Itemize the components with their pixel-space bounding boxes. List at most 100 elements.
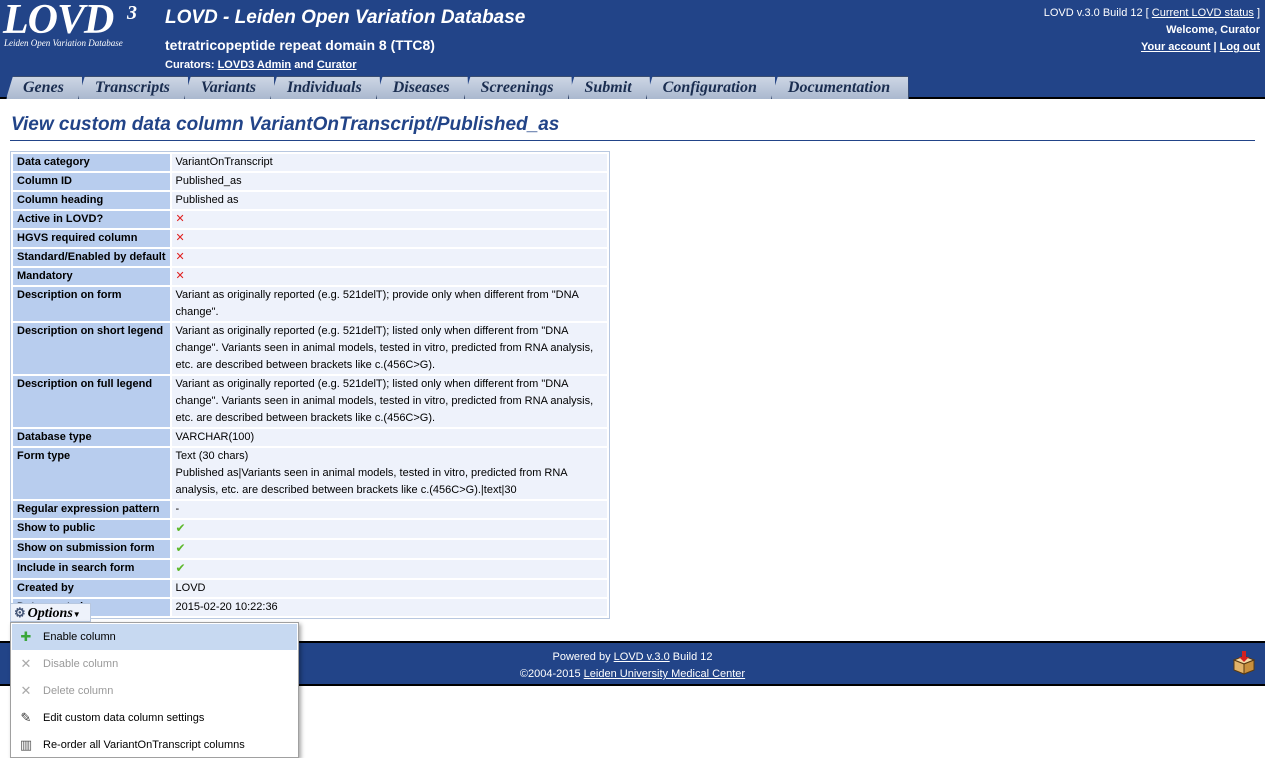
row-value: Variant as originally reported (e.g. 521… xyxy=(171,376,607,427)
table-row: Show to public ✔ xyxy=(13,520,607,538)
table-row: Include in search form ✔ xyxy=(13,560,607,578)
row-label: HGVS required column xyxy=(13,230,170,247)
tab-individuals[interactable]: Individuals xyxy=(270,76,381,99)
row-value: 2015-02-20 10:22:36 xyxy=(171,599,607,616)
chevron-down-icon: ▼ xyxy=(72,610,81,619)
row-label: Show on submission form xyxy=(13,540,170,558)
gene-title: tetratricopeptide repeat domain 8 (TTC8) xyxy=(165,37,435,53)
row-value: ✕ xyxy=(171,249,607,266)
row-value: Variant as originally reported (e.g. 521… xyxy=(171,287,607,321)
tab-screenings[interactable]: Screenings xyxy=(464,76,573,99)
title-divider xyxy=(10,140,1255,141)
app-title: LOVD - Leiden Open Variation Database xyxy=(165,7,526,28)
footer-lovd-link[interactable]: LOVD v.3.0 xyxy=(614,651,670,663)
curator-link-curator[interactable]: Curator xyxy=(317,59,357,71)
menu-item-disable-column[interactable]: ✕ Disable column xyxy=(12,651,297,677)
menu-item-label: Edit custom data column settings xyxy=(43,712,205,724)
package-icon[interactable] xyxy=(1231,651,1257,675)
gear-icon: ⚙ xyxy=(14,605,26,620)
row-label: Standard/Enabled by default xyxy=(13,249,170,266)
table-row: Date created 2015-02-20 10:22:36 xyxy=(13,599,607,616)
options-button[interactable]: ⚙ Options▼ xyxy=(10,603,91,622)
menu-item-label: Delete column xyxy=(43,685,114,697)
row-value: Published_as xyxy=(171,173,607,190)
account-line: Your account | Log out xyxy=(1044,39,1260,56)
table-row: Column ID Published_as xyxy=(13,173,607,190)
column-details-table: Data category VariantOnTranscript Column… xyxy=(10,151,610,619)
footer-lumc-link[interactable]: Leiden University Medical Center xyxy=(584,668,745,680)
table-row: Active in LOVD? ✕ xyxy=(13,211,607,228)
row-value: ✔ xyxy=(171,540,607,558)
page-title: View custom data column VariantOnTranscr… xyxy=(11,114,560,135)
row-value: Variant as originally reported (e.g. 521… xyxy=(171,323,607,374)
row-label: Description on form xyxy=(13,287,170,321)
row-value: Text (30 chars) Published as|Variants se… xyxy=(171,448,607,499)
tab-genes[interactable]: Genes xyxy=(6,76,83,99)
curators-line: Curators: LOVD3 Admin and Curator xyxy=(165,59,357,71)
table-row: Show on submission form ✔ xyxy=(13,540,607,558)
account-separator: | xyxy=(1213,41,1217,53)
tab-variants[interactable]: Variants xyxy=(184,76,275,99)
cross-icon: ✕ xyxy=(175,251,185,263)
lovd-logo[interactable]: LOVD 3 Leiden Open Variation Database xyxy=(3,0,153,50)
tab-documentation[interactable]: Documentation xyxy=(771,76,909,99)
curators-label: Curators: xyxy=(165,59,215,71)
curator-link-admin[interactable]: LOVD3 Admin xyxy=(218,59,292,71)
footer-powered-suffix: Build 12 xyxy=(672,651,713,663)
menu-item-label: Re-order all VariantOnTranscript columns xyxy=(43,739,245,751)
form-type-definition: Published as|Variants seen in animal mod… xyxy=(175,467,568,496)
menu-item-reorder-columns[interactable]: ▥ Re-order all VariantOnTranscript colum… xyxy=(12,732,297,758)
pencil-icon: ✎ xyxy=(20,710,32,725)
logo-subtitle: Leiden Open Variation Database xyxy=(4,38,123,48)
tab-configuration[interactable]: Configuration xyxy=(646,76,776,99)
tab-list: Genes Transcripts Variants Individuals D… xyxy=(6,76,904,99)
row-value: - xyxy=(171,501,607,518)
check-icon: ✔ xyxy=(175,541,186,555)
table-row: HGVS required column ✕ xyxy=(13,230,607,247)
row-label: Created by xyxy=(13,580,170,597)
cross-icon: ✕ xyxy=(20,683,32,698)
row-value: Published as xyxy=(171,192,607,209)
table-row: Created by LOVD xyxy=(13,580,607,597)
row-value: VariantOnTranscript xyxy=(171,154,607,171)
tab-transcripts[interactable]: Transcripts xyxy=(78,76,189,99)
row-label: Regular expression pattern xyxy=(13,501,170,518)
header: LOVD 3 Leiden Open Variation Database LO… xyxy=(0,0,1265,75)
version-text: LOVD v.3.0 Build 12 [ xyxy=(1043,7,1149,19)
main-tab-bar: Genes Transcripts Variants Individuals D… xyxy=(0,75,1265,99)
menu-item-delete-column[interactable]: ✕ Delete column xyxy=(12,678,297,704)
table-row: Description on full legend Variant as or… xyxy=(13,376,607,427)
menu-item-edit-settings[interactable]: ✎ Edit custom data column settings xyxy=(12,705,297,731)
check-icon: ✔ xyxy=(175,561,186,575)
tab-submit[interactable]: Submit xyxy=(568,76,651,99)
tab-diseases[interactable]: Diseases xyxy=(376,76,469,99)
table-row: Description on short legend Variant as o… xyxy=(13,323,607,374)
your-account-link[interactable]: Your account xyxy=(1141,41,1210,53)
curators-and: and xyxy=(294,59,314,71)
cross-icon: ✕ xyxy=(20,656,32,671)
row-value: ✔ xyxy=(171,520,607,538)
options-menu: ✚ Enable column ✕ Disable column ✕ Delet… xyxy=(10,622,299,758)
row-value: VARCHAR(100) xyxy=(171,429,607,446)
version-line: LOVD v.3.0 Build 12 [ Current LOVD statu… xyxy=(1044,5,1260,22)
menu-item-label: Disable column xyxy=(43,658,119,670)
form-type-value: Text (30 chars) xyxy=(175,450,249,462)
columns-icon: ▥ xyxy=(19,737,33,752)
row-value: LOVD xyxy=(171,580,607,597)
options-label: Options xyxy=(27,606,73,621)
user-info: LOVD v.3.0 Build 12 [ Current LOVD statu… xyxy=(1044,5,1260,56)
cross-icon: ✕ xyxy=(175,213,185,225)
menu-item-label: Enable column xyxy=(43,631,116,643)
row-label: Description on short legend xyxy=(13,323,170,374)
table-row: Mandatory ✕ xyxy=(13,268,607,285)
logout-link[interactable]: Log out xyxy=(1220,41,1260,53)
row-label: Description on full legend xyxy=(13,376,170,427)
lovd-status-link[interactable]: Current LOVD status xyxy=(1152,7,1254,19)
menu-item-enable-column[interactable]: ✚ Enable column xyxy=(12,624,297,650)
row-label: Include in search form xyxy=(13,560,170,578)
row-value: ✔ xyxy=(171,560,607,578)
footer-powered-prefix: Powered by xyxy=(552,651,611,663)
row-label: Database type xyxy=(13,429,170,446)
check-icon: ✔ xyxy=(175,521,186,535)
footer-copyright-prefix: ©2004-2015 xyxy=(519,668,581,680)
